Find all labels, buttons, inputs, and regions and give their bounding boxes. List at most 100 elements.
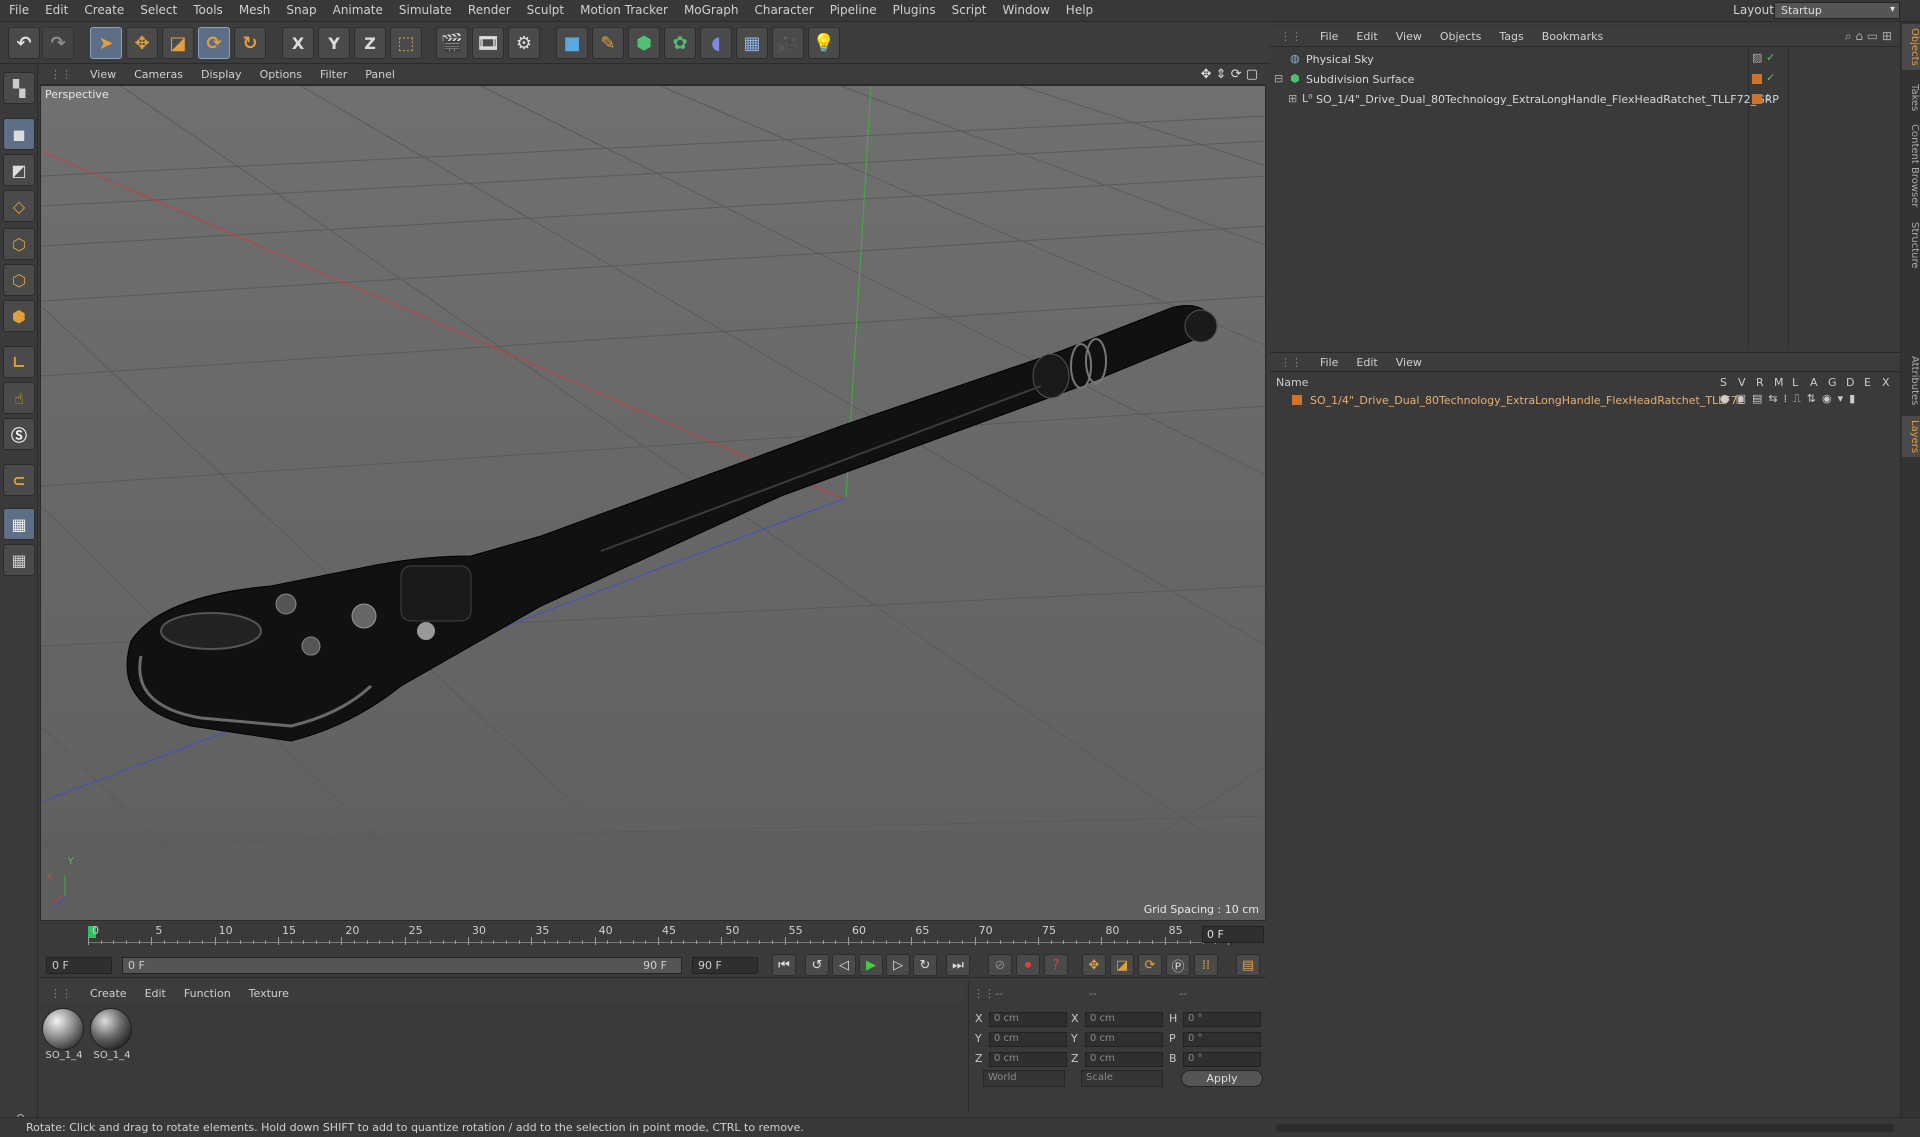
render-view-icon[interactable]: 🎬 — [436, 27, 468, 59]
menu-sculpt[interactable]: Sculpt — [518, 0, 571, 22]
timeline-current-frame-field[interactable]: 0 F — [1202, 926, 1264, 943]
rotation-h-field[interactable]: 0 ° — [1183, 1012, 1261, 1027]
model-mode-icon[interactable]: ◼ — [3, 118, 35, 150]
timeline-window-icon[interactable]: ▤ — [1236, 954, 1260, 976]
layer-flag-icons[interactable]: ●▣▤⇆⁞⎍⇅◉▾▮ — [1720, 392, 1861, 406]
menu-pipeline[interactable]: Pipeline — [821, 0, 884, 22]
max-frame-field[interactable]: 90 F — [692, 957, 758, 974]
tab-layers[interactable]: Layers — [1902, 416, 1920, 458]
rotate-tool-icon[interactable]: ⟳ — [198, 27, 230, 59]
light-icon[interactable]: 💡 — [808, 27, 840, 59]
apply-button[interactable]: Apply — [1181, 1070, 1263, 1087]
expand-icon[interactable]: ⊞ — [1288, 92, 1297, 105]
goto-end-icon[interactable]: ⏭ — [946, 954, 970, 976]
viewport-menu-view[interactable]: View — [80, 65, 124, 81]
menu-animate[interactable]: Animate — [324, 0, 390, 22]
layer-menu-view[interactable]: View — [1386, 353, 1430, 369]
layer-menu-file[interactable]: File — [1310, 353, 1346, 369]
perspective-viewport[interactable]: Perspective Y X Grid Spacing : 10 cm — [40, 85, 1266, 921]
move-tool-icon[interactable]: ✥ — [126, 27, 158, 59]
object-manager-tools-icons[interactable]: ⌕ ⌂ ▭ ⊞ — [1845, 29, 1892, 44]
menu-file[interactable]: File — [0, 0, 36, 22]
undo-icon[interactable]: ↶ — [8, 27, 40, 59]
pen-icon[interactable]: ✎ — [592, 27, 624, 59]
redo-icon[interactable]: ↷ — [42, 27, 74, 59]
size-z-field[interactable]: 0 cm — [1085, 1052, 1163, 1067]
menu-script[interactable]: Script — [943, 0, 994, 22]
position-z-field[interactable]: 0 cm — [989, 1052, 1067, 1067]
object-menu-bookmarks[interactable]: Bookmarks — [1532, 27, 1611, 43]
material-menu-edit[interactable]: Edit — [135, 984, 174, 1000]
object-menu-tags[interactable]: Tags — [1489, 27, 1531, 43]
floor-icon[interactable]: ▦ — [736, 27, 768, 59]
menu-help[interactable]: Help — [1057, 0, 1100, 22]
layer-color-swatch[interactable] — [1752, 94, 1762, 104]
magnet-icon[interactable]: ⊂ — [3, 464, 35, 496]
tab-structure[interactable]: Structure — [1902, 218, 1920, 273]
layer-horizontal-scrollbar[interactable] — [1276, 1124, 1894, 1132]
size-x-field[interactable]: 0 cm — [1085, 1012, 1163, 1027]
keyframe-selection-icon[interactable]: ? — [1044, 954, 1068, 976]
tab-takes[interactable]: Takes — [1902, 80, 1920, 115]
material-menu-texture[interactable]: Texture — [239, 984, 297, 1000]
enabled-check-icon[interactable]: ✓ — [1766, 71, 1775, 84]
snap-icon[interactable]: Ⓢ — [3, 418, 35, 450]
tab-objects[interactable]: Objects — [1902, 24, 1920, 70]
menu-mograph[interactable]: MoGraph — [675, 0, 746, 22]
recent-tool-icon[interactable]: ↻ — [234, 27, 266, 59]
object-menu-edit[interactable]: Edit — [1346, 27, 1385, 43]
menu-character[interactable]: Character — [745, 0, 820, 22]
viewport-menu-display[interactable]: Display — [191, 65, 250, 81]
layer-menu-edit[interactable]: Edit — [1346, 353, 1385, 369]
key-pla-icon[interactable]: ⁞⁞ — [1194, 954, 1218, 976]
workplane-icon[interactable]: ◇ — [3, 190, 35, 222]
z-axis-lock-button[interactable]: Z — [354, 27, 386, 59]
rotation-b-field[interactable]: 0 ° — [1183, 1052, 1261, 1067]
position-y-field[interactable]: 0 cm — [989, 1032, 1067, 1047]
key-rotation-icon[interactable]: ⟳ — [1138, 954, 1162, 976]
material-menu-function[interactable]: Function — [174, 984, 239, 1000]
prev-key-icon[interactable]: ↺ — [805, 954, 829, 976]
render-settings-icon[interactable]: ⚙ — [508, 27, 540, 59]
viewport-menu-options[interactable]: Options — [250, 65, 310, 81]
menu-create[interactable]: Create — [75, 0, 131, 22]
layer-color-swatch[interactable] — [1292, 395, 1302, 405]
ratchet-model[interactable] — [126, 305, 1218, 742]
tweak-mode-icon[interactable]: ☝ — [3, 382, 35, 414]
tab-content-browser[interactable]: Content Browser — [1902, 120, 1920, 211]
key-parameter-icon[interactable]: Ⓟ — [1166, 954, 1190, 976]
lock-workplane-icon[interactable]: ▦ — [3, 508, 35, 540]
menu-motion-tracker[interactable]: Motion Tracker — [571, 0, 675, 22]
tab-attributes[interactable]: Attributes — [1902, 352, 1920, 409]
viewport-nav-icons[interactable]: ✥ ⇕ ⟳ ▢ — [1201, 67, 1258, 82]
object-menu-file[interactable]: File — [1310, 27, 1346, 43]
position-x-field[interactable]: 0 cm — [989, 1012, 1067, 1027]
viewport-menu-filter[interactable]: Filter — [310, 65, 355, 81]
object-row-subdivision-surface[interactable]: ⊟ ⬢ Subdivision Surface ✓ — [1270, 70, 1900, 89]
frame-ruler[interactable]: 051015202530354045505560657075808590 — [88, 922, 1246, 950]
menu-tools[interactable]: Tools — [184, 0, 230, 22]
record-keys-icon[interactable]: ⊘ — [988, 954, 1012, 976]
camera-icon[interactable]: 🎥 — [772, 27, 804, 59]
deformer-icon[interactable]: ◖ — [700, 27, 732, 59]
object-row-physical-sky[interactable]: ◍ Physical Sky ▨ ✓ — [1270, 50, 1900, 69]
layer-row[interactable]: SO_1/4"_Drive_Dual_80Technology_ExtraLon… — [1270, 391, 1900, 410]
next-key-icon[interactable]: ↻ — [913, 954, 937, 976]
render-picture-viewer-icon[interactable]: 🎞 — [472, 27, 504, 59]
collapse-icon[interactable]: ⊟ — [1274, 72, 1283, 85]
world-select[interactable]: World — [983, 1070, 1065, 1087]
scale-select[interactable]: Scale — [1081, 1070, 1163, 1087]
range-slider[interactable]: 0 F 90 F — [122, 957, 682, 974]
menu-simulate[interactable]: Simulate — [390, 0, 459, 22]
menu-plugins[interactable]: Plugins — [884, 0, 943, 22]
layer-color-swatch[interactable] — [1752, 74, 1762, 84]
scale-tool-icon[interactable]: ◪ — [162, 27, 194, 59]
current-frame-field[interactable]: 0 F — [46, 957, 112, 974]
y-axis-lock-button[interactable]: Y — [318, 27, 350, 59]
polygons-mode-icon[interactable]: ⬢ — [3, 300, 35, 332]
make-editable-icon[interactable]: ▚ — [3, 72, 35, 104]
viewport-menu-panel[interactable]: Panel — [355, 65, 403, 81]
play-icon[interactable]: ▶ — [859, 954, 883, 976]
cloner-icon[interactable]: ✿ — [664, 27, 696, 59]
planar-workplane-icon[interactable]: ▦ — [3, 544, 35, 576]
